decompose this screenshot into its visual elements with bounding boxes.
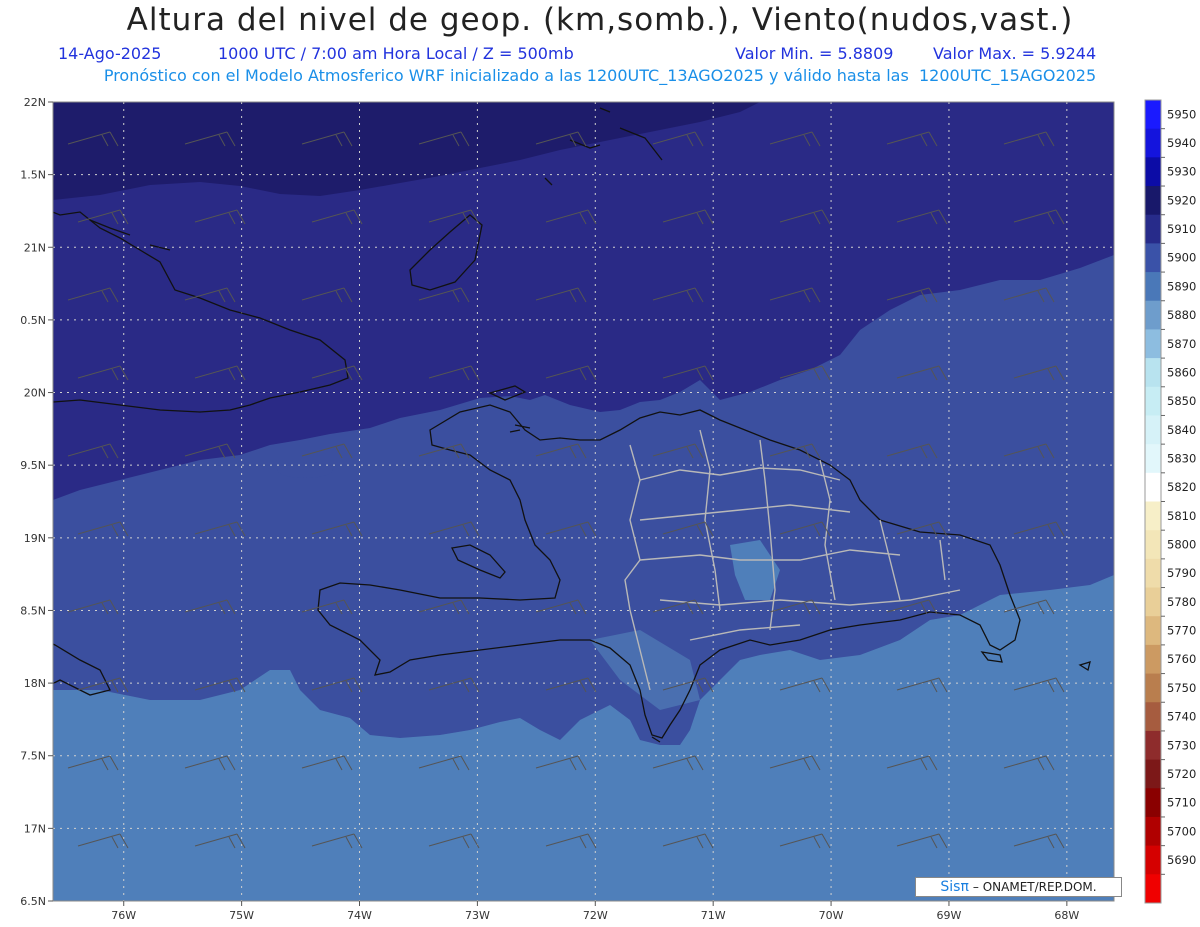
colorbar-label: 5740 — [1167, 710, 1196, 724]
colorbar-label: 5720 — [1167, 767, 1196, 781]
colorbar-label: 5940 — [1167, 136, 1196, 150]
colorbar-label: 5770 — [1167, 624, 1196, 638]
lon-tick-label: 68W — [1054, 909, 1079, 922]
colorbar-label: 5880 — [1167, 308, 1196, 322]
colorbar-swatch — [1145, 300, 1161, 330]
colorbar-swatch — [1145, 759, 1161, 789]
colorbar-swatch — [1145, 616, 1161, 646]
colorbar-label: 5910 — [1167, 222, 1196, 236]
colorbar-label: 5780 — [1167, 595, 1196, 609]
lat-tick-label: 17N — [24, 822, 46, 835]
lat-tick-label: 18N — [24, 677, 46, 690]
colorbar-swatch — [1145, 128, 1161, 158]
lat-tick-label: 22N — [24, 96, 46, 109]
colorbar-swatch — [1145, 329, 1161, 359]
colorbar-label: 5820 — [1167, 480, 1196, 494]
colorbar-label: 5930 — [1167, 165, 1196, 179]
lon-tick-label: 69W — [937, 909, 962, 922]
colorbar-label: 5850 — [1167, 394, 1196, 408]
lat-tick-label: 9.5N — [20, 459, 46, 472]
colorbar-swatch — [1145, 730, 1161, 761]
colorbar-label: 5920 — [1167, 193, 1196, 207]
colorbar-label: 5800 — [1167, 538, 1196, 552]
field-blob-5900 — [277, 462, 333, 478]
lat-tick-label: 1.5N — [20, 169, 46, 182]
colorbar-swatch — [1145, 874, 1161, 904]
lat-tick-label: 7.5N — [20, 750, 46, 763]
colorbar-swatch — [1145, 845, 1161, 875]
lat-tick-label: 8.5N — [20, 604, 46, 617]
lon-tick-label: 76W — [111, 909, 136, 922]
lat-axis: 22N 1.5N 21N 0.5N 20N 9.5N 19N 8.5N 18N 7.5N 17N 6.… — [20, 96, 53, 908]
colorbar-swatch — [1145, 386, 1161, 416]
colorbar: 5950 5940 5930 5920 5910 5900 5890 5880 5870 5860… — [1144, 99, 1196, 904]
lat-tick-label: 21N — [24, 241, 46, 254]
sispi-logo: Sisπ — [940, 879, 969, 895]
colorbar-swatch — [1145, 358, 1161, 388]
colorbar-label: 5890 — [1167, 279, 1196, 293]
colorbar-swatch — [1145, 816, 1161, 847]
colorbar-label: 5690 — [1167, 853, 1196, 867]
lat-tick-label: 6.5N — [20, 895, 46, 908]
lat-tick-label: 0.5N — [20, 314, 46, 327]
lat-tick-label: 19N — [24, 532, 46, 545]
lon-tick-label: 70W — [819, 909, 844, 922]
colorbar-swatch — [1145, 444, 1161, 474]
colorbar-swatch — [1145, 415, 1161, 445]
lon-tick-label: 74W — [347, 909, 372, 922]
colorbar-label: 5840 — [1167, 423, 1196, 437]
colorbar-label: 5810 — [1167, 509, 1196, 523]
colorbar-label: 5750 — [1167, 681, 1196, 695]
geopotential-field — [53, 102, 1114, 901]
colorbar-swatch — [1145, 501, 1161, 531]
colorbar-swatch — [1145, 186, 1161, 216]
colorbar-swatch — [1145, 157, 1161, 187]
lon-tick-label: 75W — [229, 909, 254, 922]
colorbar-label: 5760 — [1167, 652, 1196, 666]
colorbar-swatch — [1145, 214, 1161, 244]
lat-tick-label: 20N — [24, 387, 46, 400]
colorbar-label: 5830 — [1167, 451, 1196, 465]
colorbar-swatch — [1145, 587, 1161, 617]
colorbar-swatch — [1145, 472, 1161, 502]
colorbar-swatch — [1145, 558, 1161, 589]
colorbar-swatch — [1145, 243, 1161, 273]
lon-axis: 76W 75W 74W 73W 72W 71W 70W 69W 68W — [111, 901, 1079, 922]
credit-text: – ONAMET/REP.DOM. — [972, 880, 1097, 894]
colorbar-swatch — [1145, 100, 1161, 130]
credit-box: Sisπ – ONAMET/REP.DOM. — [915, 877, 1122, 897]
colorbar-swatch — [1145, 530, 1161, 560]
lon-tick-label: 73W — [465, 909, 490, 922]
colorbar-swatch — [1145, 644, 1161, 675]
colorbar-swatch — [1145, 788, 1161, 818]
colorbar-swatch — [1145, 272, 1161, 302]
colorbar-swatch — [1145, 702, 1161, 732]
colorbar-label: 5870 — [1167, 337, 1196, 351]
colorbar-label: 5950 — [1167, 107, 1196, 121]
colorbar-label: 5900 — [1167, 251, 1196, 265]
colorbar-label: 5710 — [1167, 796, 1196, 810]
map-figure: 22N 1.5N 21N 0.5N 20N 9.5N 19N 8.5N 18N 7.5N 17N 6.… — [20, 96, 1196, 922]
colorbar-label: 5860 — [1167, 365, 1196, 379]
lon-tick-label: 71W — [701, 909, 726, 922]
lon-tick-label: 72W — [583, 909, 608, 922]
colorbar-swatch — [1145, 673, 1161, 703]
colorbar-label: 5790 — [1167, 566, 1196, 580]
colorbar-label: 5700 — [1167, 824, 1196, 838]
colorbar-label: 5730 — [1167, 738, 1196, 752]
